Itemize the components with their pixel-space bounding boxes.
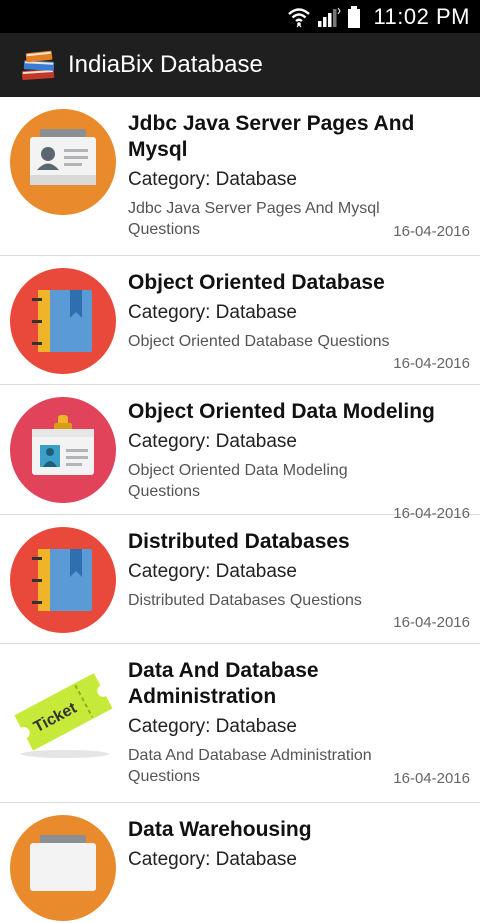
item-date: 16-04-2016 (393, 355, 470, 372)
topic-list: Jdbc Java Server Pages And Mysql Categor… (0, 97, 480, 923)
list-item[interactable]: Jdbc Java Server Pages And Mysql Categor… (0, 97, 480, 256)
id-card-icon (10, 109, 116, 215)
item-description: Object Oriented Data Modeling Questions (128, 462, 348, 500)
list-item[interactable]: Data Warehousing Category: Database (0, 803, 480, 923)
badge-icon (10, 397, 116, 503)
app-title: IndiaBix Database (68, 51, 263, 78)
item-category: Category: Database (128, 716, 297, 737)
item-description: Distributed Databases Questions (128, 592, 362, 609)
item-title: Distributed Databases (128, 530, 350, 553)
item-title: Object Oriented Data Modeling (128, 400, 435, 423)
status-bar: 11:02 PM (0, 0, 480, 33)
list-item[interactable]: Distributed Databases Category: Database… (0, 515, 480, 644)
notebook-icon (10, 268, 116, 374)
id-card-icon (10, 815, 116, 921)
app-bar: IndiaBix Database (0, 33, 480, 97)
item-title: Data And Database Administration (128, 659, 319, 708)
wifi-icon (288, 7, 311, 27)
notebook-icon (10, 527, 116, 633)
item-category: Category: Database (128, 561, 297, 582)
list-item[interactable]: Object Oriented Data Modeling Category: … (0, 385, 480, 522)
item-description: Object Oriented Database Questions (128, 333, 390, 350)
item-title: Data Warehousing (128, 818, 312, 841)
item-title: Object Oriented Database (128, 271, 385, 294)
item-title: Jdbc Java Server Pages And Mysql (128, 112, 415, 161)
item-date: 16-04-2016 (393, 770, 470, 787)
item-date: 16-04-2016 (393, 223, 470, 240)
ticket-icon: Ticket (14, 673, 113, 758)
list-item[interactable]: Ticket Data And Database Administration … (0, 644, 480, 803)
battery-icon (348, 5, 361, 28)
item-category: Category: Database (128, 302, 297, 323)
books-logo-icon[interactable] (20, 48, 58, 82)
item-category: Category: Database (128, 169, 297, 190)
list-item[interactable]: Object Oriented Database Category: Datab… (0, 256, 480, 385)
item-date: 16-04-2016 (393, 614, 470, 631)
item-category: Category: Database (128, 849, 297, 870)
clock-time: 11:02 PM (373, 3, 470, 29)
item-category: Category: Database (128, 431, 297, 452)
signal-icon (318, 7, 342, 27)
